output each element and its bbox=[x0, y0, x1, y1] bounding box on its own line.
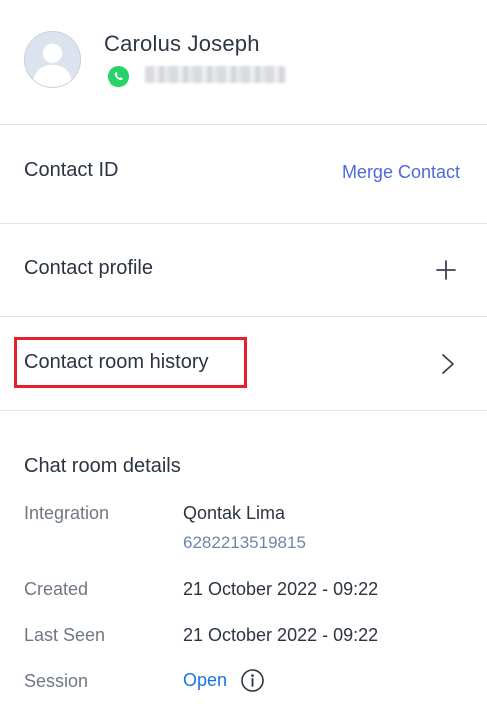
contact-header: Carolus Joseph bbox=[0, 0, 487, 124]
session-status: Open bbox=[183, 670, 228, 690]
plus-icon[interactable] bbox=[434, 258, 458, 282]
info-icon[interactable] bbox=[240, 668, 265, 693]
divider bbox=[0, 124, 487, 125]
integration-phone: 6282213519815 bbox=[183, 533, 306, 552]
user-avatar-icon bbox=[24, 31, 81, 88]
highlight-box bbox=[14, 337, 247, 388]
divider bbox=[0, 316, 487, 317]
chevron-right-icon[interactable] bbox=[438, 352, 458, 376]
divider bbox=[0, 410, 487, 411]
created-value: 21 October 2022 - 09:22 bbox=[183, 579, 379, 599]
last-seen-label: Last Seen bbox=[24, 625, 106, 645]
created-label: Created bbox=[24, 579, 89, 599]
contact-id-title: Contact ID bbox=[24, 159, 119, 181]
redacted-phone-number bbox=[145, 66, 286, 83]
last-seen-value: 21 October 2022 - 09:22 bbox=[183, 625, 379, 645]
chat-room-details-title: Chat room details bbox=[24, 455, 181, 477]
contact-name: Carolus Joseph bbox=[104, 31, 260, 56]
contact-profile-title[interactable]: Contact profile bbox=[24, 257, 153, 280]
integration-label: Integration bbox=[24, 503, 110, 523]
integration-value: Qontak Lima bbox=[183, 503, 286, 523]
session-label: Session bbox=[24, 671, 89, 691]
whatsapp-icon bbox=[107, 65, 130, 88]
merge-contact-link[interactable]: Merge Contact bbox=[342, 162, 460, 183]
divider bbox=[0, 223, 487, 224]
